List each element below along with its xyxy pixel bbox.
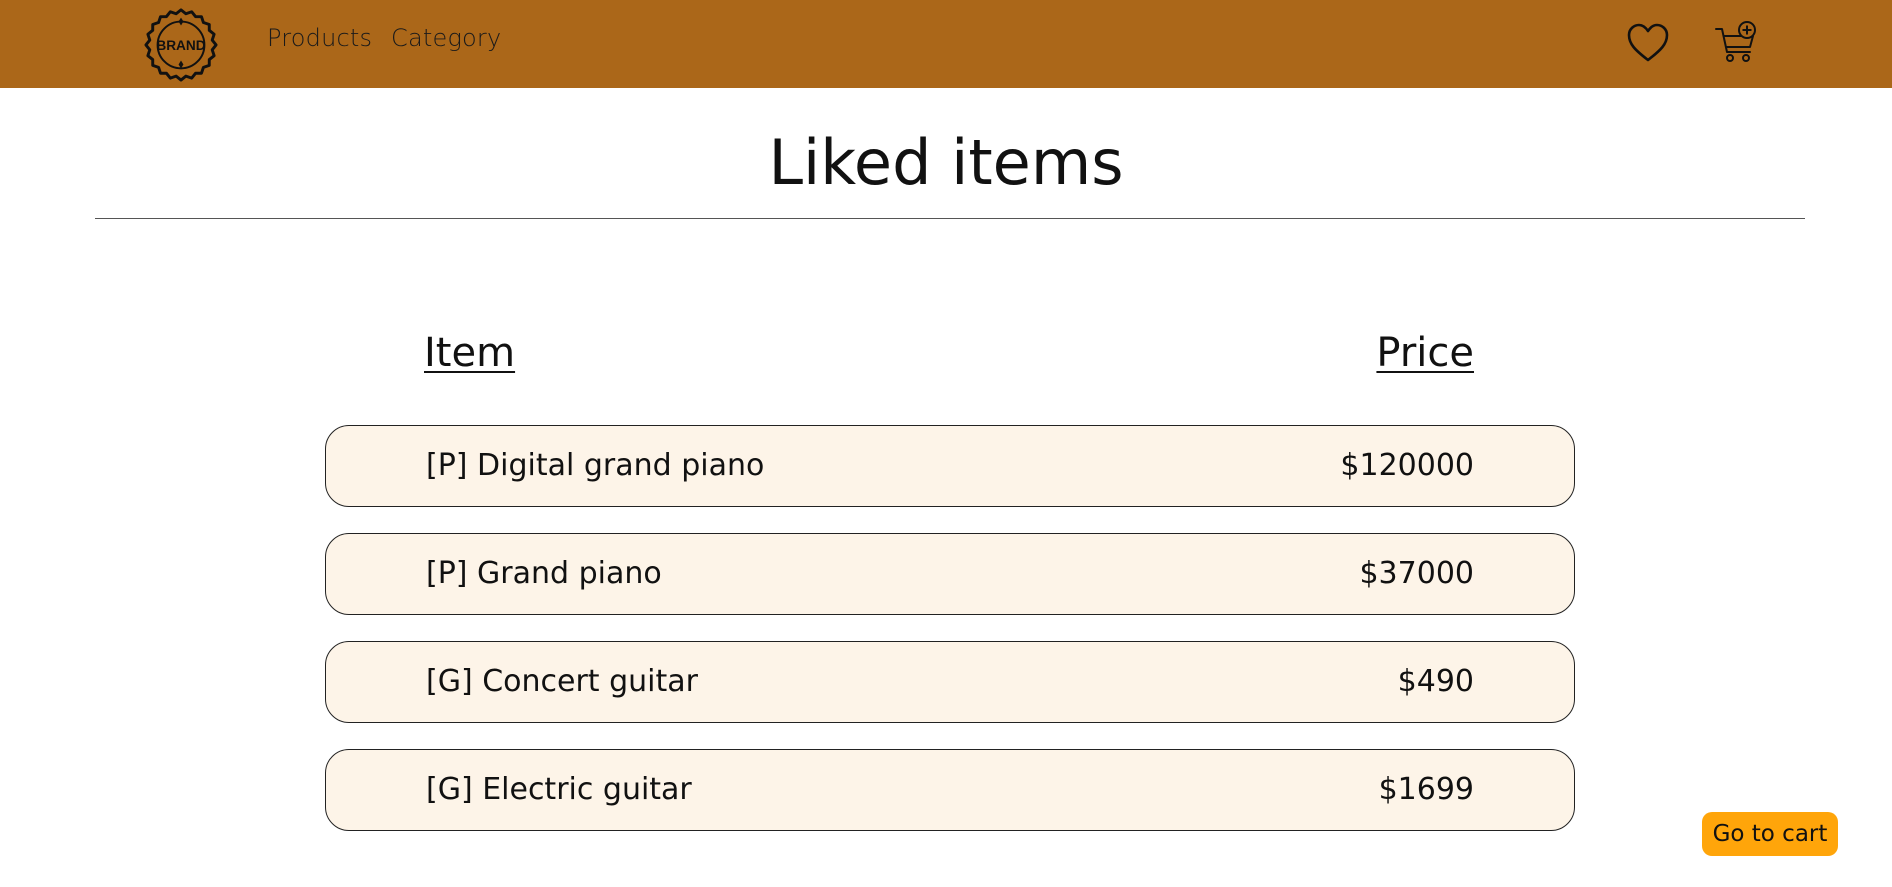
nav-category-link[interactable]: Category bbox=[391, 24, 501, 52]
price-column-header: Price bbox=[1376, 330, 1474, 376]
cart-add-icon[interactable] bbox=[1713, 20, 1759, 66]
page-title: Liked items bbox=[768, 126, 1124, 199]
item-name: [G] Concert guitar bbox=[426, 664, 698, 699]
go-to-cart-button[interactable]: Go to cart bbox=[1702, 812, 1838, 856]
item-price: $120000 bbox=[1340, 448, 1474, 483]
nav-products-link[interactable]: Products bbox=[267, 24, 372, 52]
item-column-header: Item bbox=[424, 330, 516, 376]
item-price: $490 bbox=[1397, 664, 1474, 699]
heart-icon[interactable] bbox=[1625, 20, 1671, 66]
item-name: [G] Electric guitar bbox=[426, 772, 692, 807]
item-price: $1699 bbox=[1378, 772, 1474, 807]
liked-item-row[interactable]: [P] Grand piano $37000 bbox=[325, 533, 1575, 615]
brand-logo[interactable]: BRAND bbox=[142, 4, 220, 82]
navbar: BRAND Products Category bbox=[0, 0, 1892, 88]
liked-item-row[interactable]: [P] Digital grand piano $120000 bbox=[325, 425, 1575, 507]
item-price: $37000 bbox=[1359, 556, 1474, 591]
item-name: [P] Grand piano bbox=[426, 556, 662, 591]
brand-logo-text: BRAND bbox=[156, 38, 205, 53]
liked-item-row[interactable]: [G] Electric guitar $1699 bbox=[325, 749, 1575, 831]
liked-items-list: [P] Digital grand piano $120000 [P] Gran… bbox=[325, 425, 1575, 857]
title-divider bbox=[95, 218, 1805, 219]
liked-item-row[interactable]: [G] Concert guitar $490 bbox=[325, 641, 1575, 723]
item-name: [P] Digital grand piano bbox=[426, 448, 765, 483]
